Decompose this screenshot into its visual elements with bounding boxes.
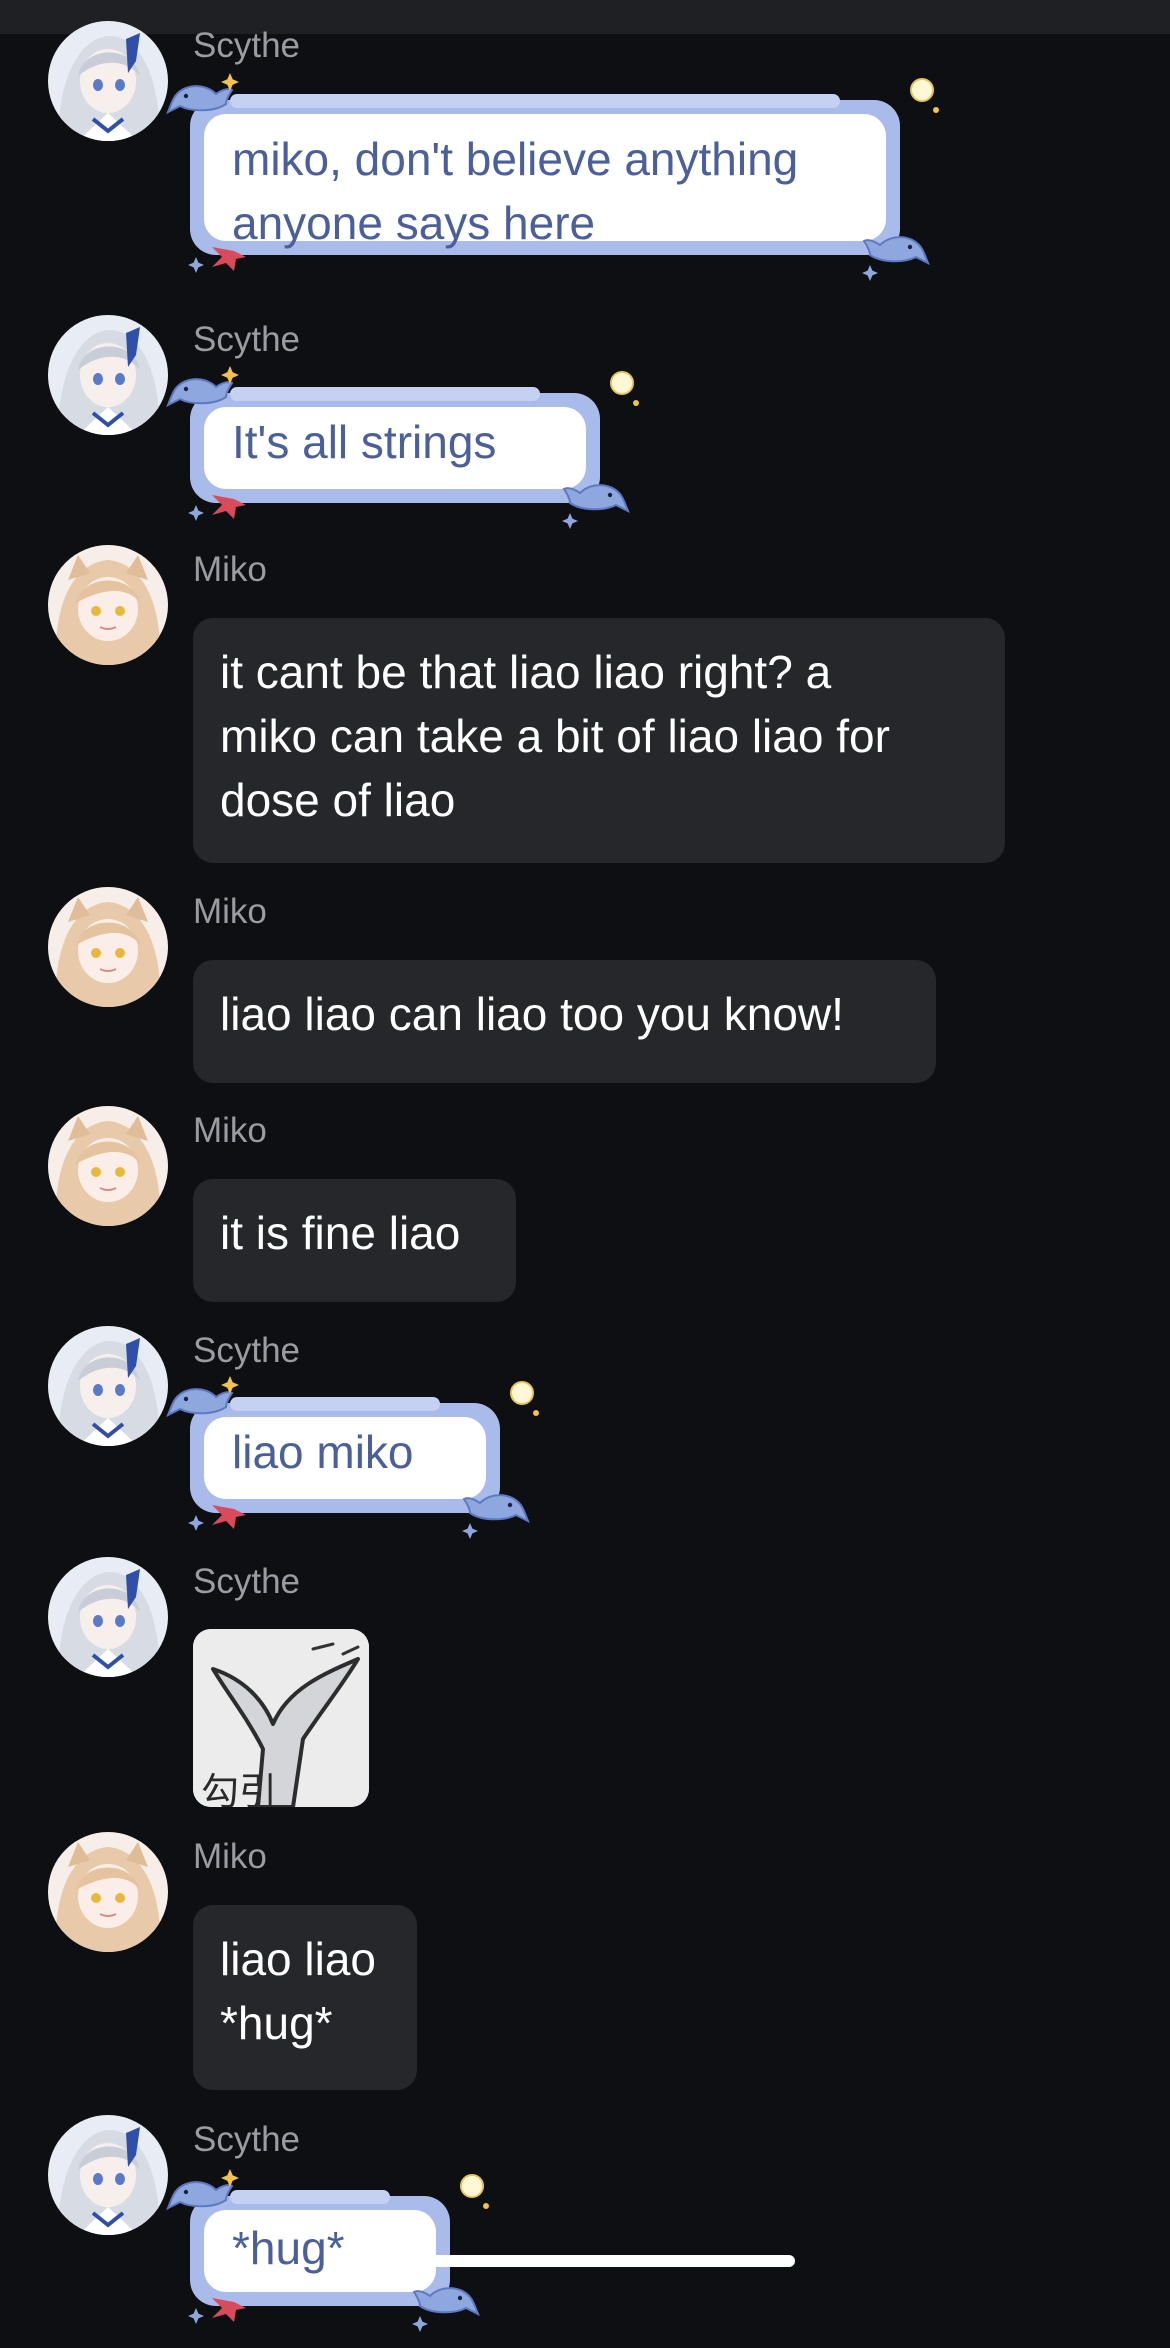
dolphin-icon <box>412 2287 480 2317</box>
avatar[interactable] <box>48 1326 168 1446</box>
bubble-dot-icon <box>510 1381 534 1405</box>
avatar[interactable] <box>48 1106 168 1226</box>
username: Miko <box>193 1111 267 1150</box>
decorated-bubble[interactable]: miko, don't believe anything anyone says… <box>166 72 950 312</box>
message-text: It's all strings <box>232 416 497 468</box>
decorated-bubble[interactable]: *hug* <box>166 2168 489 2332</box>
username: Scythe <box>193 1331 300 1370</box>
avatar[interactable] <box>48 1832 168 1952</box>
message-bubble[interactable]: liao liao *hug* <box>193 1905 417 2090</box>
avatar[interactable] <box>48 545 168 665</box>
bubble-dot-icon <box>610 371 634 395</box>
username: Scythe <box>193 26 300 65</box>
message-bubble[interactable]: it is fine liao <box>193 1179 516 1302</box>
dolphin-icon <box>462 1494 530 1524</box>
sparkle-icon <box>462 1523 478 1539</box>
message-text: *hug* <box>232 2222 345 2274</box>
sparkle-icon <box>221 2169 239 2187</box>
sparkle-icon <box>188 1515 204 1531</box>
sparkle-icon <box>221 1376 239 1394</box>
message-bubble[interactable]: liao liao can liao too you know! <box>193 960 936 1083</box>
username: Scythe <box>193 2120 300 2159</box>
bubble-dot-icon <box>910 78 934 102</box>
avatar[interactable] <box>48 21 168 141</box>
username: Scythe <box>193 1562 300 1601</box>
sparkle-icon <box>412 2316 428 2332</box>
bubble-dot-icon <box>460 2174 484 2198</box>
sparkle-icon <box>562 513 578 529</box>
username: Miko <box>193 1837 267 1876</box>
decorated-bubble[interactable]: It's all strings <box>166 365 639 545</box>
sparkle-icon <box>221 366 239 384</box>
avatar[interactable] <box>48 1557 168 1677</box>
sparkle-icon <box>221 73 239 91</box>
dolphin-icon <box>562 484 630 514</box>
sticker-caption: 勾引 <box>201 1770 278 1807</box>
avatar[interactable] <box>48 2115 168 2235</box>
sparkle-icon <box>188 505 204 521</box>
message-bubble[interactable]: it cant be that liao liao right? a miko … <box>193 618 1005 863</box>
home-indicator <box>380 2255 795 2267</box>
decorated-bubble[interactable]: liao miko <box>166 1375 539 1555</box>
whale-tail-sticker[interactable]: 勾引 <box>193 1629 369 1807</box>
username: Miko <box>193 892 267 931</box>
avatar[interactable] <box>48 887 168 1007</box>
username: Scythe <box>193 320 300 359</box>
dolphin-icon <box>862 236 930 266</box>
username: Miko <box>193 550 267 589</box>
avatar[interactable] <box>48 315 168 435</box>
message-text: liao miko <box>232 1426 414 1478</box>
status-bar <box>0 0 1170 34</box>
sparkle-icon <box>188 257 204 273</box>
message-text: miko, don't believe anything anyone says… <box>232 133 799 249</box>
sparkle-icon <box>862 265 878 281</box>
sparkle-icon <box>188 2308 204 2324</box>
